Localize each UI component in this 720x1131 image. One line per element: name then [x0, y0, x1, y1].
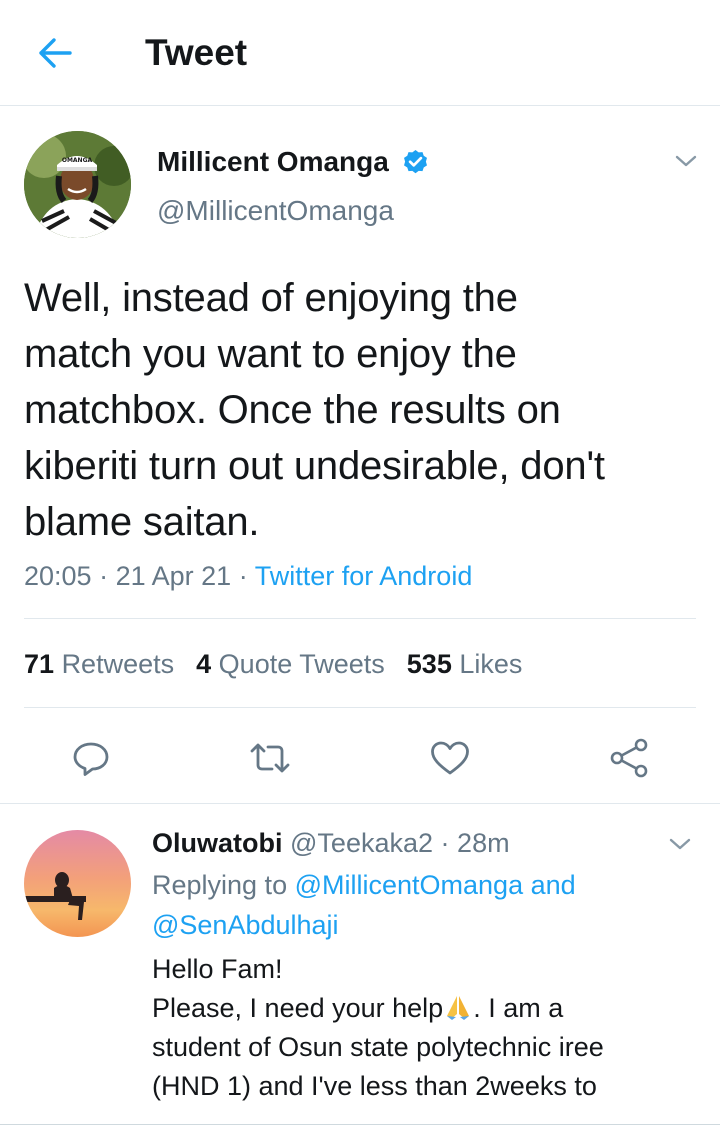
likes-label: Likes — [459, 649, 523, 679]
avatar-photo: OMANGA — [24, 131, 131, 238]
meta-separator: · — [99, 561, 109, 591]
arrow-left-icon — [39, 38, 72, 68]
reply-text-line: (HND 1) and I've less than 2weeks to — [152, 1071, 597, 1101]
divider — [24, 618, 696, 619]
author-name[interactable]: Millicent Omanga — [157, 144, 389, 180]
reply-icon — [73, 742, 109, 776]
retweets-label: Retweets — [61, 649, 175, 679]
tweet-text-line: blame saitan. — [24, 500, 260, 544]
tweet-text-line: match you want to enjoy the — [24, 332, 517, 376]
tweet-text-line: kiberiti turn out undesirable, don't — [24, 444, 605, 488]
quote-tweets-count: 4 — [196, 649, 212, 679]
retweets-stat[interactable]: 71 Retweets — [24, 646, 174, 682]
share-icon — [610, 738, 648, 778]
reply-author-avatar[interactable] — [24, 830, 131, 937]
chevron-down-icon[interactable] — [665, 829, 695, 859]
reply-author-handle[interactable]: @Teekaka2 — [290, 828, 433, 858]
section-divider — [0, 803, 720, 804]
retweet-button[interactable] — [248, 736, 292, 780]
and-word: and — [530, 870, 576, 900]
share-button[interactable] — [607, 736, 651, 780]
likes-stat[interactable]: 535 Likes — [407, 646, 523, 682]
bottom-mask — [0, 1112, 720, 1131]
like-button[interactable] — [428, 736, 472, 780]
top-bar: Tweet — [0, 0, 720, 106]
likes-count: 535 — [406, 649, 452, 679]
tweet-stats: 71 Retweets 4 Quote Tweets 535 Likes — [24, 646, 544, 682]
tweet-text-line: Well, instead of enjoying the — [24, 276, 518, 320]
reply-author-name[interactable]: Oluwatobi — [152, 828, 283, 858]
action-bar — [0, 730, 720, 786]
page-title: Tweet — [145, 32, 248, 73]
divider — [24, 707, 696, 708]
mention-link[interactable]: @SenAbdulhaji — [152, 910, 339, 940]
tweet-text-line: matchbox. Once the results on — [24, 388, 561, 432]
heart-icon — [431, 741, 469, 775]
quote-tweets-stat[interactable]: 4 Quote Tweets — [196, 646, 385, 682]
reply-separator: · — [440, 828, 450, 858]
reply-button[interactable] — [69, 736, 113, 780]
reply-text-line: student of Osun state polytechnic iree — [152, 1032, 604, 1062]
cap-text: OMANGA — [62, 157, 93, 164]
author-handle[interactable]: @MillicentOmanga — [157, 193, 394, 229]
verified-badge-icon — [404, 150, 427, 174]
reply-text-segment: Please, I need your help — [152, 993, 444, 1023]
tweet-date: 21 Apr 21 — [115, 561, 232, 591]
tweet-text: Well, instead of enjoying the match you … — [24, 270, 704, 550]
replying-to: Replying to @MillicentOmanga and @SenAbd… — [152, 865, 692, 945]
reply-time: 28m — [457, 828, 510, 858]
tweet-time: 20:05 — [24, 561, 92, 591]
quote-tweets-label: Quote Tweets — [218, 649, 385, 679]
reply-text-line: Hello Fam! — [152, 954, 283, 984]
reply-text-line: Please, I need your help . I am a — [152, 989, 697, 1028]
tweet-detail-page: Tweet OMANGA Millicent Omanga @Millicent… — [0, 0, 720, 1131]
chevron-down-icon[interactable] — [671, 146, 701, 176]
back-button[interactable] — [30, 30, 80, 76]
avatar-photo — [24, 830, 131, 937]
meta-separator: · — [238, 561, 248, 591]
retweet-icon — [250, 743, 290, 773]
mention-link[interactable]: @MillicentOmanga — [295, 870, 524, 900]
reply-header: Oluwatobi @Teekaka2 · 28m — [152, 825, 510, 861]
reply-text-segment: . I am a — [473, 993, 564, 1023]
tweet-source-link[interactable]: Twitter for Android — [255, 561, 473, 591]
reply-text: Hello Fam! Please, I need your help . I … — [152, 950, 697, 1131]
retweets-count: 71 — [24, 649, 55, 679]
bottom-divider — [0, 1124, 720, 1125]
tweet-meta: 20:05 · 21 Apr 21 · Twitter for Android — [24, 558, 472, 594]
replying-prefix: Replying to — [152, 870, 288, 900]
folded-hands-emoji-icon — [447, 996, 470, 1020]
author-avatar[interactable]: OMANGA — [24, 131, 131, 238]
